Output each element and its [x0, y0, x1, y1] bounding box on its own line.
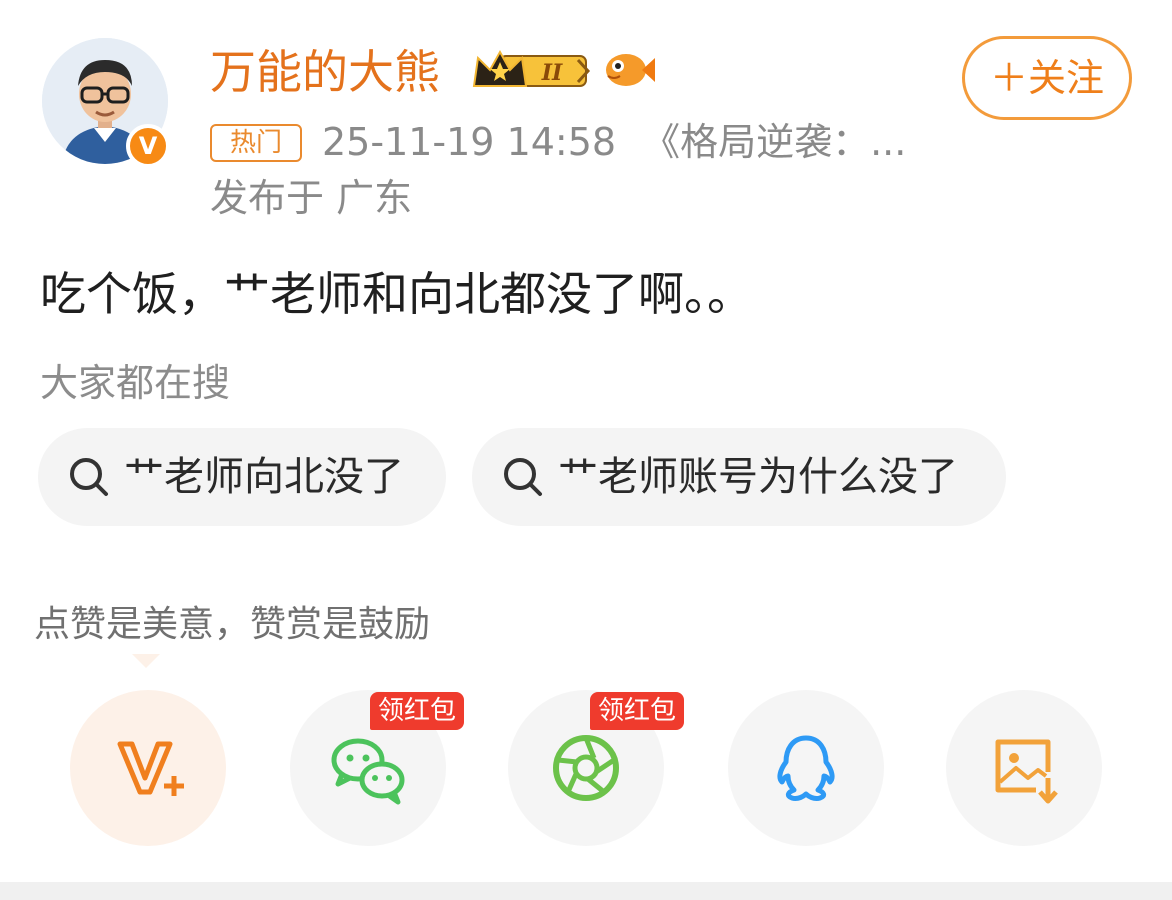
- post-location: 发布于 广东: [210, 176, 413, 220]
- search-chip[interactable]: 艹老师向北没了: [38, 428, 446, 526]
- post-source[interactable]: 《格局逆袭：...: [642, 120, 906, 164]
- share-qq-button[interactable]: [728, 690, 884, 846]
- search-chip-label: 艹老师账号为什么没了: [558, 454, 958, 500]
- hint-pointer: [132, 654, 160, 668]
- red-packet-badge: 领红包: [370, 692, 465, 730]
- red-packet-badge: 领红包: [590, 692, 685, 730]
- svg-text:II: II: [541, 60, 563, 86]
- reward-hint: 点赞是美意，赞赏是鼓励: [34, 604, 431, 645]
- post-meta: 25-11-19 14:58 《格局逆袭：...: [322, 116, 906, 168]
- save-image-icon: [995, 739, 1058, 804]
- save-image-button[interactable]: [946, 690, 1102, 846]
- search-icon: [504, 458, 542, 496]
- verified-badge: V: [126, 124, 170, 168]
- post-timestamp: 25-11-19 14:58: [322, 120, 617, 164]
- search-chip[interactable]: 艹老师账号为什么没了: [472, 428, 1006, 526]
- post-text: 吃个饭，艹老师和向北都没了啊。。: [40, 267, 753, 321]
- fish-icon: [606, 54, 655, 86]
- search-heading: 大家都在搜: [40, 361, 231, 405]
- follow-button[interactable]: ＋关注: [962, 36, 1132, 120]
- qq-icon: [777, 735, 835, 801]
- hot-tag: 热门: [210, 124, 302, 162]
- bottom-bar: [0, 882, 1172, 900]
- username[interactable]: 万能的大熊: [210, 42, 440, 102]
- reward-button[interactable]: [70, 690, 226, 846]
- v-plus-icon: [117, 741, 184, 796]
- crown-level-badge: II: [472, 49, 591, 87]
- moments-icon: [553, 735, 619, 801]
- wechat-icon: [331, 738, 405, 805]
- search-chip-label: 艹老师向北没了: [124, 454, 404, 500]
- search-icon: [70, 458, 108, 496]
